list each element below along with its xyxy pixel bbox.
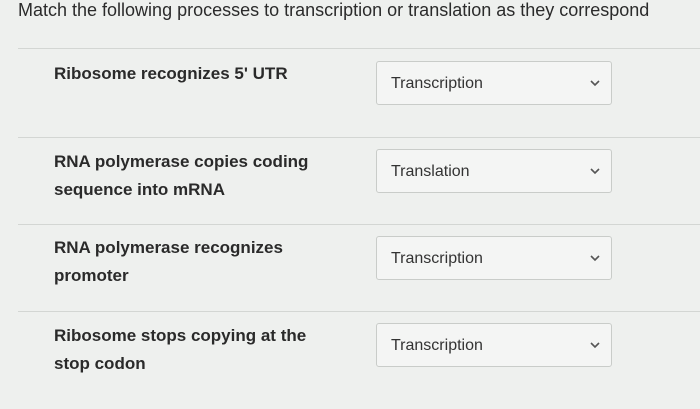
process-label: Ribosome recognizes 5' UTR bbox=[54, 64, 288, 83]
select-value: Transcription bbox=[391, 337, 483, 354]
select-value: Translation bbox=[391, 163, 470, 180]
divider bbox=[18, 224, 700, 225]
chevron-down-icon bbox=[590, 255, 600, 262]
select-value: Transcription bbox=[391, 250, 483, 267]
match-select[interactable]: Translation bbox=[376, 149, 612, 193]
chevron-down-icon bbox=[590, 168, 600, 175]
divider bbox=[18, 311, 700, 312]
chevron-down-icon bbox=[590, 342, 600, 349]
process-label: RNA polymerase copies coding sequence in… bbox=[54, 152, 309, 199]
divider bbox=[18, 48, 700, 49]
question-text: Match the following processes to transcr… bbox=[18, 0, 650, 20]
divider bbox=[18, 137, 700, 138]
chevron-down-icon bbox=[590, 80, 600, 87]
match-select[interactable]: Transcription bbox=[376, 61, 612, 105]
match-select[interactable]: Transcription bbox=[376, 236, 612, 280]
process-label: RNA polymerase recognizes promoter bbox=[54, 238, 283, 285]
match-select[interactable]: Transcription bbox=[376, 323, 612, 367]
process-label: Ribosome stops copying at the stop codon bbox=[54, 326, 307, 373]
select-value: Transcription bbox=[391, 75, 483, 92]
